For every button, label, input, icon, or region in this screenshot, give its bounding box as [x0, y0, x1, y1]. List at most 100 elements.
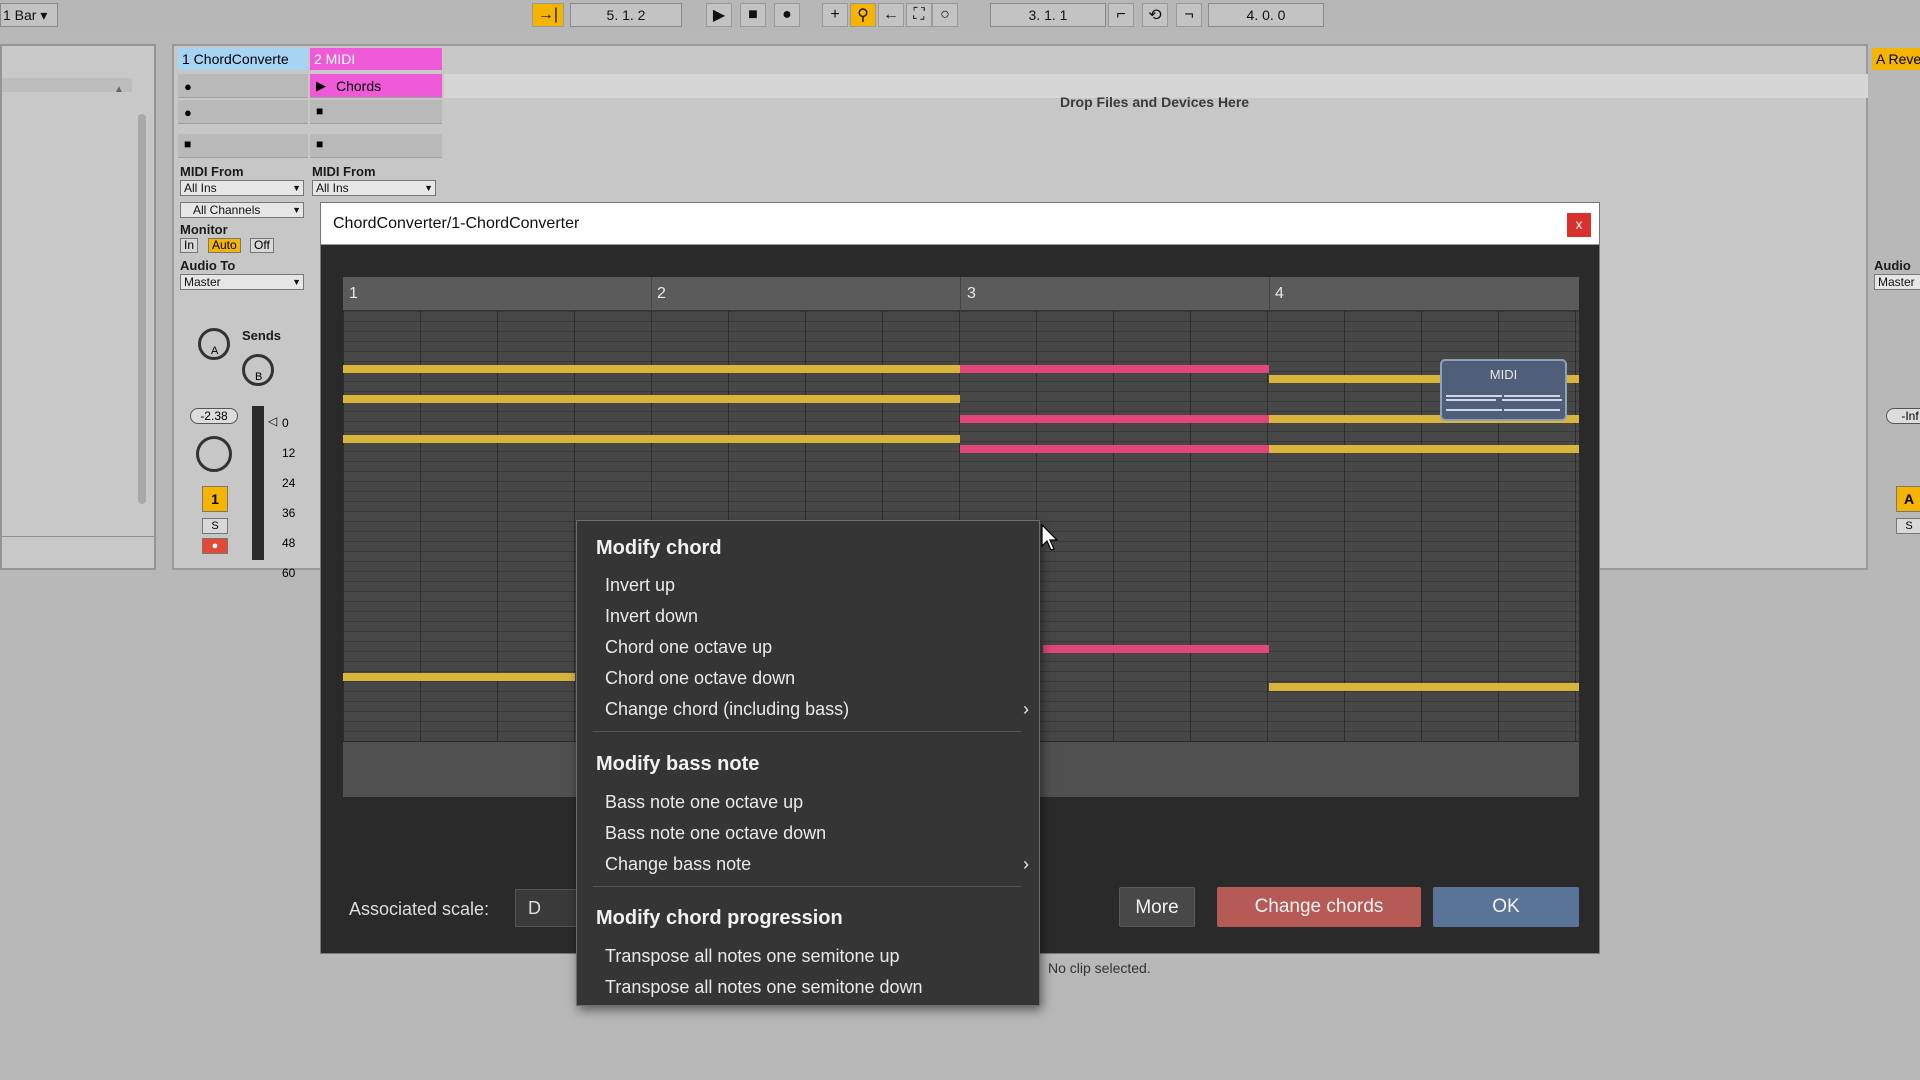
- menu-item-bass-octave-up[interactable]: Bass note one octave up: [605, 792, 803, 813]
- session-record-icon[interactable]: ○: [932, 3, 958, 27]
- menu-item-transpose-up[interactable]: Transpose all notes one semitone up: [605, 946, 900, 967]
- selected-chord-note[interactable]: [960, 365, 1269, 373]
- meter-tick: 36: [282, 506, 296, 520]
- loop-switch-icon[interactable]: ⟲: [1142, 3, 1168, 27]
- selected-chord-note[interactable]: [960, 415, 1269, 423]
- selected-bass-note[interactable]: [1043, 645, 1269, 653]
- record-icon[interactable]: ●: [774, 3, 800, 27]
- punch-out-icon[interactable]: ¬: [1176, 3, 1202, 27]
- return-volume-value[interactable]: -Inf: [1886, 408, 1920, 424]
- scroll-up-icon[interactable]: ▲: [114, 84, 124, 95]
- track-header-chordconverter[interactable]: 1 ChordConverte: [178, 48, 308, 70]
- loop-start-display[interactable]: 3. 1. 1: [990, 3, 1106, 27]
- ok-button[interactable]: OK: [1433, 887, 1579, 927]
- capture-icon[interactable]: ⛶: [906, 3, 932, 27]
- menu-item-chord-octave-up[interactable]: Chord one octave up: [605, 637, 772, 658]
- chord-note[interactable]: [343, 365, 960, 373]
- audio-to-dropdown[interactable]: Master: [180, 274, 304, 290]
- stop-clip-icon[interactable]: ■: [184, 137, 191, 151]
- monitor-auto-button[interactable]: Auto: [208, 238, 241, 253]
- bar-divider: [1269, 277, 1270, 311]
- bar-number: 4: [1275, 285, 1284, 302]
- bar-ruler[interactable]: 1 2 3 4: [343, 277, 1579, 311]
- midi-line-icon: [1446, 399, 1496, 401]
- punch-in-icon[interactable]: ⌐: [1108, 3, 1134, 27]
- return-audio-to-dropdown[interactable]: Master: [1874, 274, 1920, 290]
- close-button[interactable]: x: [1567, 213, 1591, 237]
- loop-length-display[interactable]: 4. 0. 0: [1208, 3, 1324, 27]
- overdub-icon[interactable]: +: [822, 3, 848, 27]
- menu-item-invert-up[interactable]: Invert up: [605, 575, 675, 596]
- midi-line-icon: [1446, 395, 1502, 397]
- track-activator-button[interactable]: 1: [202, 486, 228, 512]
- bass-note[interactable]: [343, 673, 575, 681]
- browser-scrollbar[interactable]: [138, 114, 146, 504]
- monitor-in-button[interactable]: In: [180, 238, 199, 253]
- midi-channel-dropdown[interactable]: All Channels: [180, 202, 304, 218]
- chord-note[interactable]: [1269, 445, 1579, 453]
- play-icon[interactable]: ▶: [706, 3, 732, 27]
- send-b-knob[interactable]: B: [242, 354, 274, 386]
- solo-button[interactable]: S: [202, 518, 228, 534]
- associated-scale-dropdown[interactable]: D: [515, 889, 585, 927]
- volume-value[interactable]: -2.38: [190, 408, 238, 424]
- stop-clip-icon[interactable]: ■: [316, 137, 323, 151]
- loop-length-value: 4. 0. 0: [1246, 7, 1286, 23]
- back-to-arrangement-icon[interactable]: ←: [878, 3, 904, 27]
- send-a-knob[interactable]: A: [198, 328, 230, 360]
- menu-item-change-chord[interactable]: Change chord (including bass): [605, 699, 849, 720]
- midi-drag-badge[interactable]: MIDI: [1440, 359, 1567, 421]
- drop-hint-text: Drop Files and Devices Here: [1060, 94, 1250, 110]
- return-solo-button[interactable]: S: [1896, 518, 1920, 534]
- track-stop-row[interactable]: ■: [178, 134, 308, 158]
- midi-from-dropdown[interactable]: All Ins: [312, 180, 436, 196]
- bar-divider: [651, 277, 652, 311]
- midi-line-icon: [1504, 395, 1560, 397]
- track-stop-row[interactable]: ■: [310, 134, 442, 158]
- associated-scale-value: D: [528, 898, 541, 918]
- midi-from-dropdown[interactable]: All Ins: [180, 180, 304, 196]
- clip-slot[interactable]: ●: [178, 100, 308, 124]
- menu-header-modify-bass: Modify bass note: [596, 753, 760, 775]
- menu-item-chord-octave-down[interactable]: Chord one octave down: [605, 668, 795, 689]
- clip-slot[interactable]: ■: [310, 100, 442, 124]
- chord-note[interactable]: [343, 435, 960, 443]
- monitor-off-button[interactable]: Off: [250, 238, 274, 253]
- monitor-label: Monitor: [180, 222, 228, 237]
- audio-to-label: Audio To: [180, 258, 236, 273]
- clip-slot[interactable]: ●: [178, 74, 308, 98]
- fader-handle-icon[interactable]: ◁: [268, 414, 277, 428]
- track-name: A Reve: [1876, 51, 1920, 67]
- track-header-midi[interactable]: 2 MIDI: [310, 48, 442, 70]
- clip-play-icon[interactable]: ▶: [316, 78, 326, 94]
- quantize-dropdown[interactable]: 1 Bar ▾: [0, 3, 58, 27]
- transport-bar: 1 Bar ▾ →| 5. 1. 2 ▶ ■ ● + ⚲ ← ⛶ ○ 3. 1.…: [0, 0, 1920, 30]
- browser-panel: ▲: [0, 44, 156, 570]
- dialog-titlebar[interactable]: ChordConverter/1-ChordConverter x: [321, 203, 1599, 245]
- follow-icon[interactable]: →|: [532, 3, 564, 27]
- automation-arm-icon[interactable]: ⚲: [850, 3, 876, 27]
- clip-stop-icon: ■: [316, 104, 324, 118]
- menu-item-invert-down[interactable]: Invert down: [605, 606, 698, 627]
- midi-line-icon: [1504, 409, 1560, 411]
- menu-item-bass-octave-down[interactable]: Bass note one octave down: [605, 823, 826, 844]
- more-button[interactable]: More: [1119, 887, 1195, 927]
- menu-item-transpose-down[interactable]: Transpose all notes one semitone down: [605, 977, 923, 998]
- position-display[interactable]: 5. 1. 2: [570, 3, 682, 27]
- change-chords-button[interactable]: Change chords: [1217, 887, 1421, 927]
- menu-item-change-bass[interactable]: Change bass note: [605, 854, 751, 875]
- chord-note[interactable]: [343, 395, 960, 403]
- bar-divider: [960, 277, 961, 311]
- arm-icon[interactable]: ●: [202, 538, 228, 554]
- clip-chords[interactable]: ▶ Chords: [310, 74, 442, 98]
- selected-chord-note[interactable]: [960, 445, 1269, 453]
- pan-knob[interactable]: [196, 436, 232, 472]
- record-arm-dot-icon: ●: [184, 105, 192, 120]
- browser-header: [2, 78, 132, 92]
- bass-note[interactable]: [1269, 683, 1579, 691]
- return-track-activator-button[interactable]: A: [1896, 486, 1920, 512]
- position-value: 5. 1. 2: [606, 7, 646, 23]
- meter-tick: 24: [282, 476, 296, 490]
- return-track-header[interactable]: A Reve: [1872, 48, 1920, 70]
- stop-icon[interactable]: ■: [740, 3, 766, 27]
